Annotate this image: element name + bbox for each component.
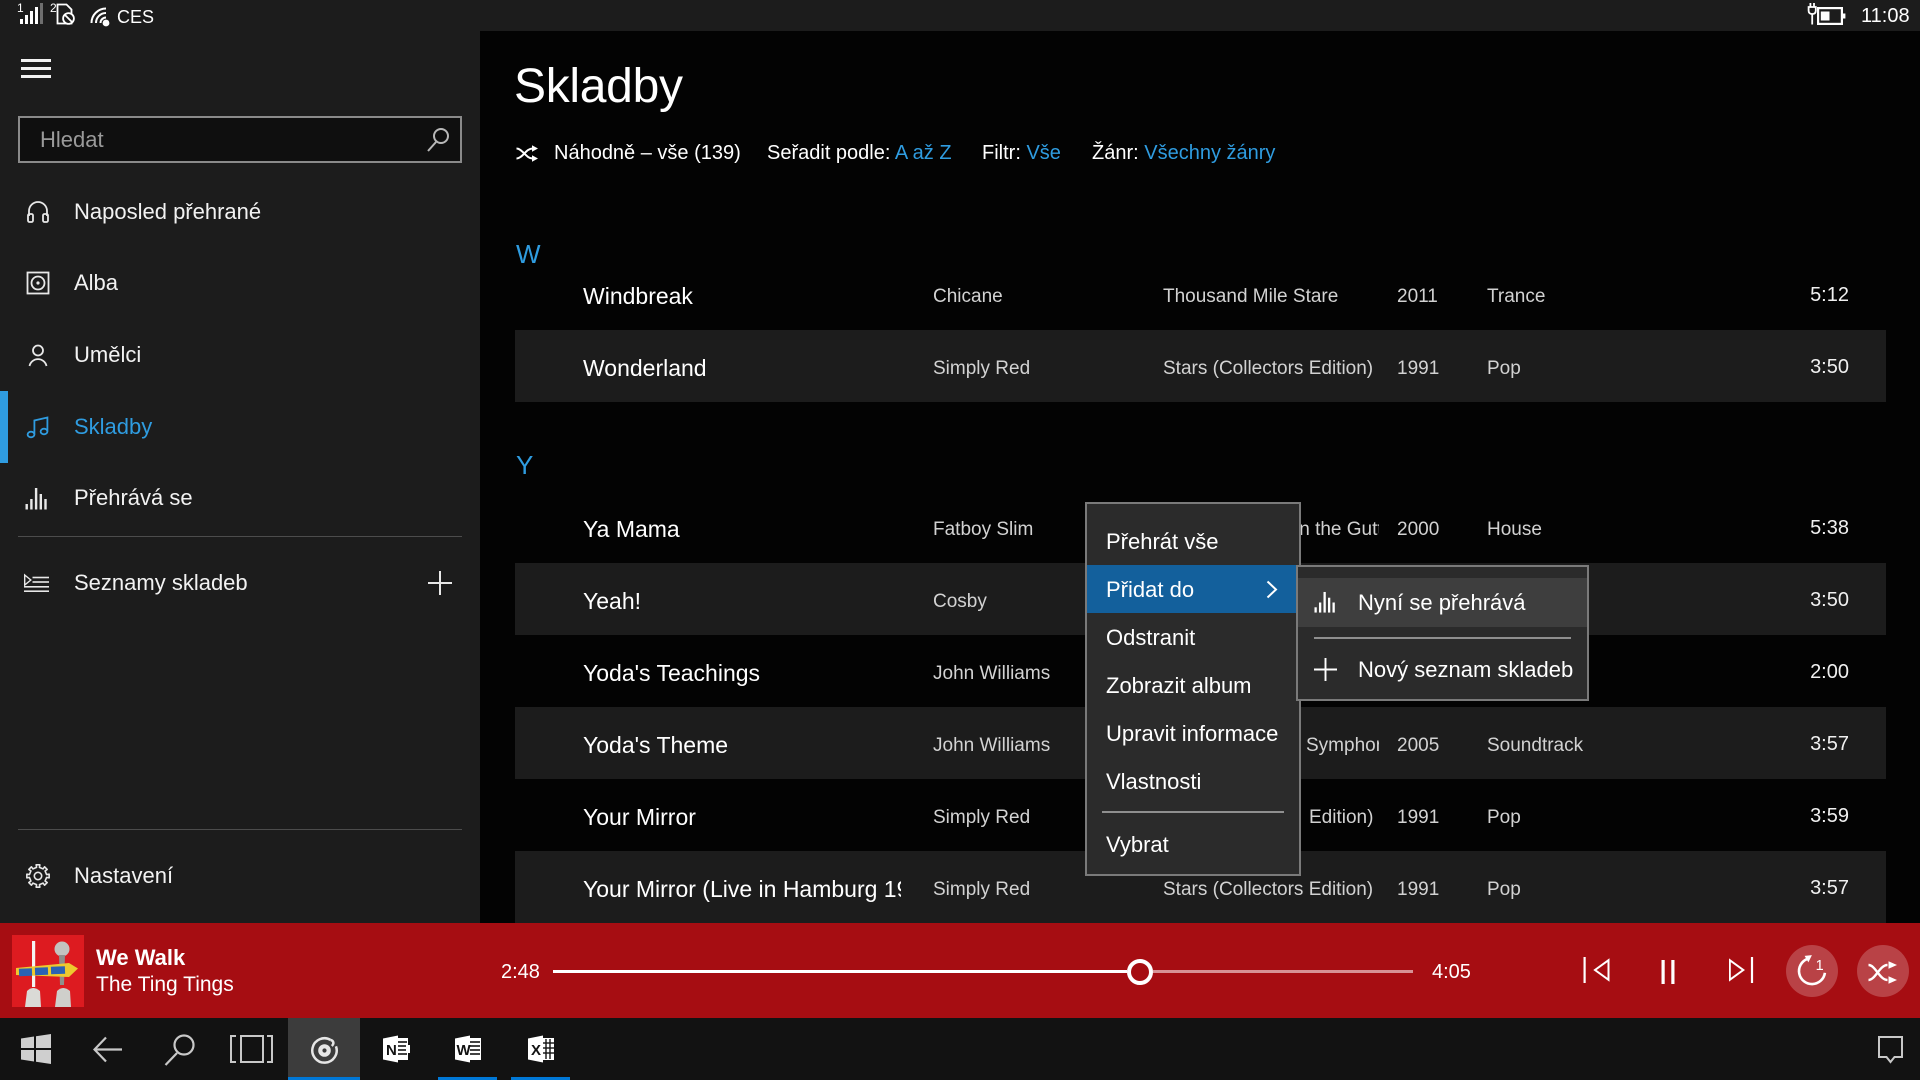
svg-text:1: 1 <box>17 2 24 15</box>
svg-text:W: W <box>457 1042 472 1059</box>
svg-text:N: N <box>386 1042 397 1059</box>
svg-text:2: 2 <box>50 2 57 15</box>
svg-text:X: X <box>531 1042 541 1059</box>
svg-text:1: 1 <box>1816 958 1824 974</box>
